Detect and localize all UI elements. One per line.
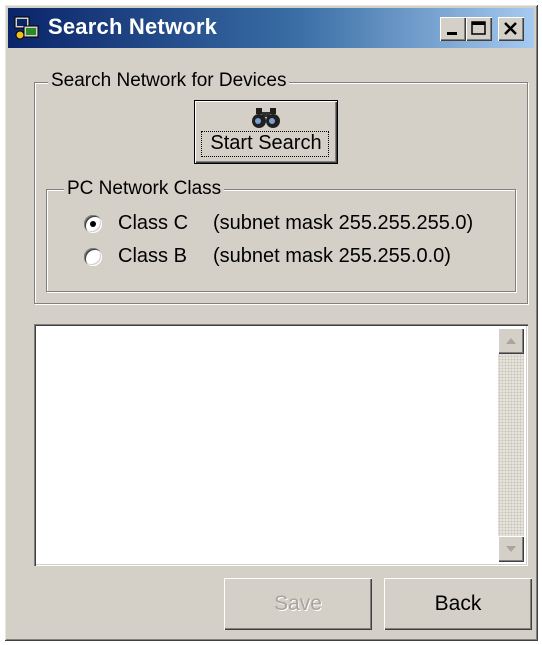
minimize-button[interactable]: [440, 17, 466, 41]
start-search-label: Start Search: [210, 132, 322, 154]
maximize-icon: [471, 21, 486, 35]
close-icon: [504, 22, 517, 35]
arrow-down-icon: [506, 546, 516, 552]
radio-class-c[interactable]: Class C (subnet mask 255.255.255.0): [82, 212, 502, 238]
radio-selected-dot: [90, 221, 96, 227]
radio-class-b[interactable]: Class B (subnet mask 255.255.0.0): [82, 245, 502, 271]
radio-class-b-label: Class B: [118, 245, 187, 267]
close-button[interactable]: [498, 17, 524, 41]
title-bar[interactable]: Search Network: [8, 8, 534, 48]
radio-class-b-description: (subnet mask 255.255.0.0): [213, 245, 451, 267]
radio-button-class-b[interactable]: [84, 248, 102, 266]
search-network-window: Search Network Search Network for Device…: [4, 4, 538, 641]
app-network-icon: [14, 16, 39, 40]
search-devices-group-legend: Search Network for Devices: [48, 70, 290, 92]
pc-network-class-group: [46, 189, 516, 292]
arrow-up-icon: [506, 338, 516, 344]
maximize-button[interactable]: [466, 17, 492, 41]
scroll-up-button[interactable]: [498, 328, 524, 354]
binoculars-icon: [252, 108, 280, 128]
radio-button-class-c[interactable]: [84, 215, 102, 233]
scroll-down-button[interactable]: [498, 536, 524, 562]
back-button[interactable]: Back: [384, 578, 532, 630]
radio-class-c-label: Class C: [118, 212, 189, 234]
save-button[interactable]: Save: [224, 578, 372, 630]
start-search-button[interactable]: Start Search: [194, 100, 338, 164]
results-listbox[interactable]: [34, 324, 528, 566]
window-title: Search Network: [48, 14, 218, 39]
radio-class-c-description: (subnet mask 255.255.255.0): [213, 212, 474, 234]
pc-network-class-legend: PC Network Class: [64, 178, 225, 200]
minimize-icon: [447, 32, 457, 35]
results-scrollbar[interactable]: [498, 328, 524, 562]
